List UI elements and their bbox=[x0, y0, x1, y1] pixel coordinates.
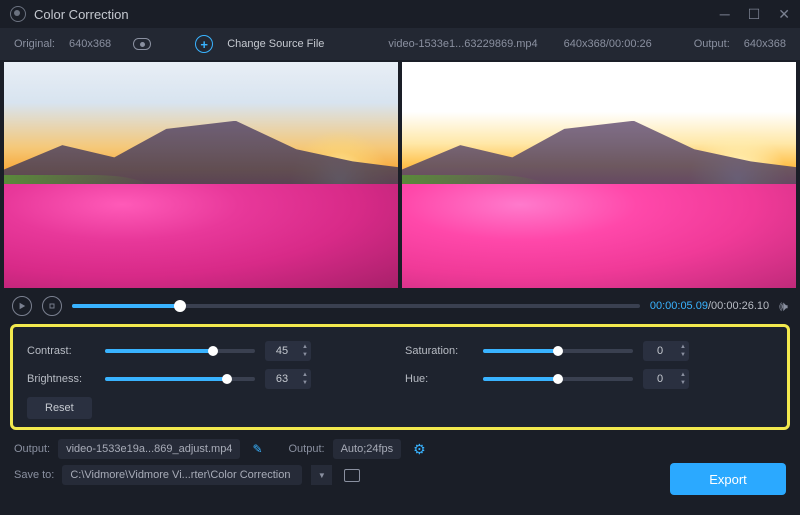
chevron-up-icon[interactable]: ▲ bbox=[299, 371, 311, 379]
brightness-label: Brightness: bbox=[27, 373, 95, 385]
time-total: 00:00:26.10 bbox=[711, 300, 769, 312]
output-dims: 640x368 bbox=[744, 38, 786, 50]
close-button[interactable]: ✕ bbox=[778, 6, 790, 23]
contrast-control: Contrast: 45 ▲▼ bbox=[27, 341, 395, 361]
add-source-icon[interactable]: + bbox=[195, 35, 213, 53]
output-label: Output: bbox=[694, 38, 730, 50]
output-settings-label: Output: bbox=[289, 443, 325, 455]
brightness-slider[interactable] bbox=[105, 377, 255, 381]
saveto-path: C:\Vidmore\Vidmore Vi...rter\Color Corre… bbox=[62, 465, 302, 485]
eye-icon[interactable] bbox=[133, 38, 151, 50]
timeline-thumb[interactable] bbox=[174, 300, 186, 312]
change-source-button[interactable]: Change Source File bbox=[227, 38, 324, 50]
saturation-slider[interactable] bbox=[483, 349, 633, 353]
output-settings: Auto;24fps bbox=[333, 439, 402, 459]
original-dims: 640x368 bbox=[69, 38, 111, 50]
app-icon bbox=[10, 6, 26, 22]
minimize-button[interactable]: ─ bbox=[720, 6, 730, 23]
saveto-label: Save to: bbox=[14, 469, 54, 481]
source-dims-duration: 640x368/00:00:26 bbox=[564, 38, 652, 50]
chevron-down-icon[interactable]: ▼ bbox=[299, 351, 311, 359]
contrast-label: Contrast: bbox=[27, 345, 95, 357]
brightness-input[interactable]: 63 ▲▼ bbox=[265, 369, 311, 389]
hue-control: Hue: 0 ▲▼ bbox=[405, 369, 773, 389]
reset-button[interactable]: Reset bbox=[27, 397, 92, 419]
edit-output-name-icon[interactable]: ✎ bbox=[252, 442, 262, 456]
chevron-down-icon[interactable]: ▼ bbox=[677, 351, 689, 359]
hue-slider[interactable] bbox=[483, 377, 633, 381]
saturation-label: Saturation: bbox=[405, 345, 473, 357]
original-label: Original: bbox=[14, 38, 55, 50]
preview-adjusted bbox=[402, 62, 796, 288]
preview-area bbox=[0, 60, 800, 288]
chevron-up-icon[interactable]: ▲ bbox=[677, 343, 689, 351]
titlebar: Color Correction ─ ☐ ✕ bbox=[0, 0, 800, 28]
saturation-control: Saturation: 0 ▲▼ bbox=[405, 341, 773, 361]
timeline-fill bbox=[72, 304, 180, 308]
chevron-up-icon[interactable]: ▲ bbox=[299, 343, 311, 351]
volume-icon[interactable]: 🕪 bbox=[779, 298, 788, 315]
output-file-label: Output: bbox=[14, 443, 50, 455]
timeline-track[interactable] bbox=[72, 304, 640, 308]
saturation-input[interactable]: 0 ▲▼ bbox=[643, 341, 689, 361]
chevron-down-icon[interactable]: ▼ bbox=[677, 379, 689, 387]
contrast-input[interactable]: 45 ▲▼ bbox=[265, 341, 311, 361]
time-current: 00:00:05.09 bbox=[650, 300, 708, 312]
maximize-button[interactable]: ☐ bbox=[748, 6, 761, 23]
chevron-up-icon[interactable]: ▲ bbox=[677, 371, 689, 379]
timeline-bar: 00:00:05.09/00:00:26.10 🕪 bbox=[0, 288, 800, 324]
contrast-slider[interactable] bbox=[105, 349, 255, 353]
brightness-control: Brightness: 63 ▲▼ bbox=[27, 369, 395, 389]
settings-gear-icon[interactable]: ⚙ bbox=[413, 441, 426, 458]
export-button[interactable]: Export bbox=[670, 463, 786, 495]
browse-folder-icon[interactable] bbox=[344, 469, 360, 482]
output-filename: video-1533e19a...869_adjust.mp4 bbox=[58, 439, 240, 459]
chevron-down-icon[interactable]: ▼ bbox=[299, 379, 311, 387]
hue-label: Hue: bbox=[405, 373, 473, 385]
stop-button[interactable] bbox=[42, 296, 62, 316]
hue-input[interactable]: 0 ▲▼ bbox=[643, 369, 689, 389]
source-filename: video-1533e1...63229869.mp4 bbox=[388, 38, 537, 50]
saveto-dropdown[interactable]: ▼ bbox=[310, 465, 332, 485]
play-button[interactable] bbox=[12, 296, 32, 316]
info-bar: Original: 640x368 + Change Source File v… bbox=[0, 28, 800, 60]
window-title: Color Correction bbox=[34, 7, 129, 22]
time-readout: 00:00:05.09/00:00:26.10 bbox=[650, 300, 769, 312]
color-controls-panel: Contrast: 45 ▲▼ Saturation: 0 ▲▼ Brightn… bbox=[10, 324, 790, 430]
preview-original bbox=[4, 62, 398, 288]
